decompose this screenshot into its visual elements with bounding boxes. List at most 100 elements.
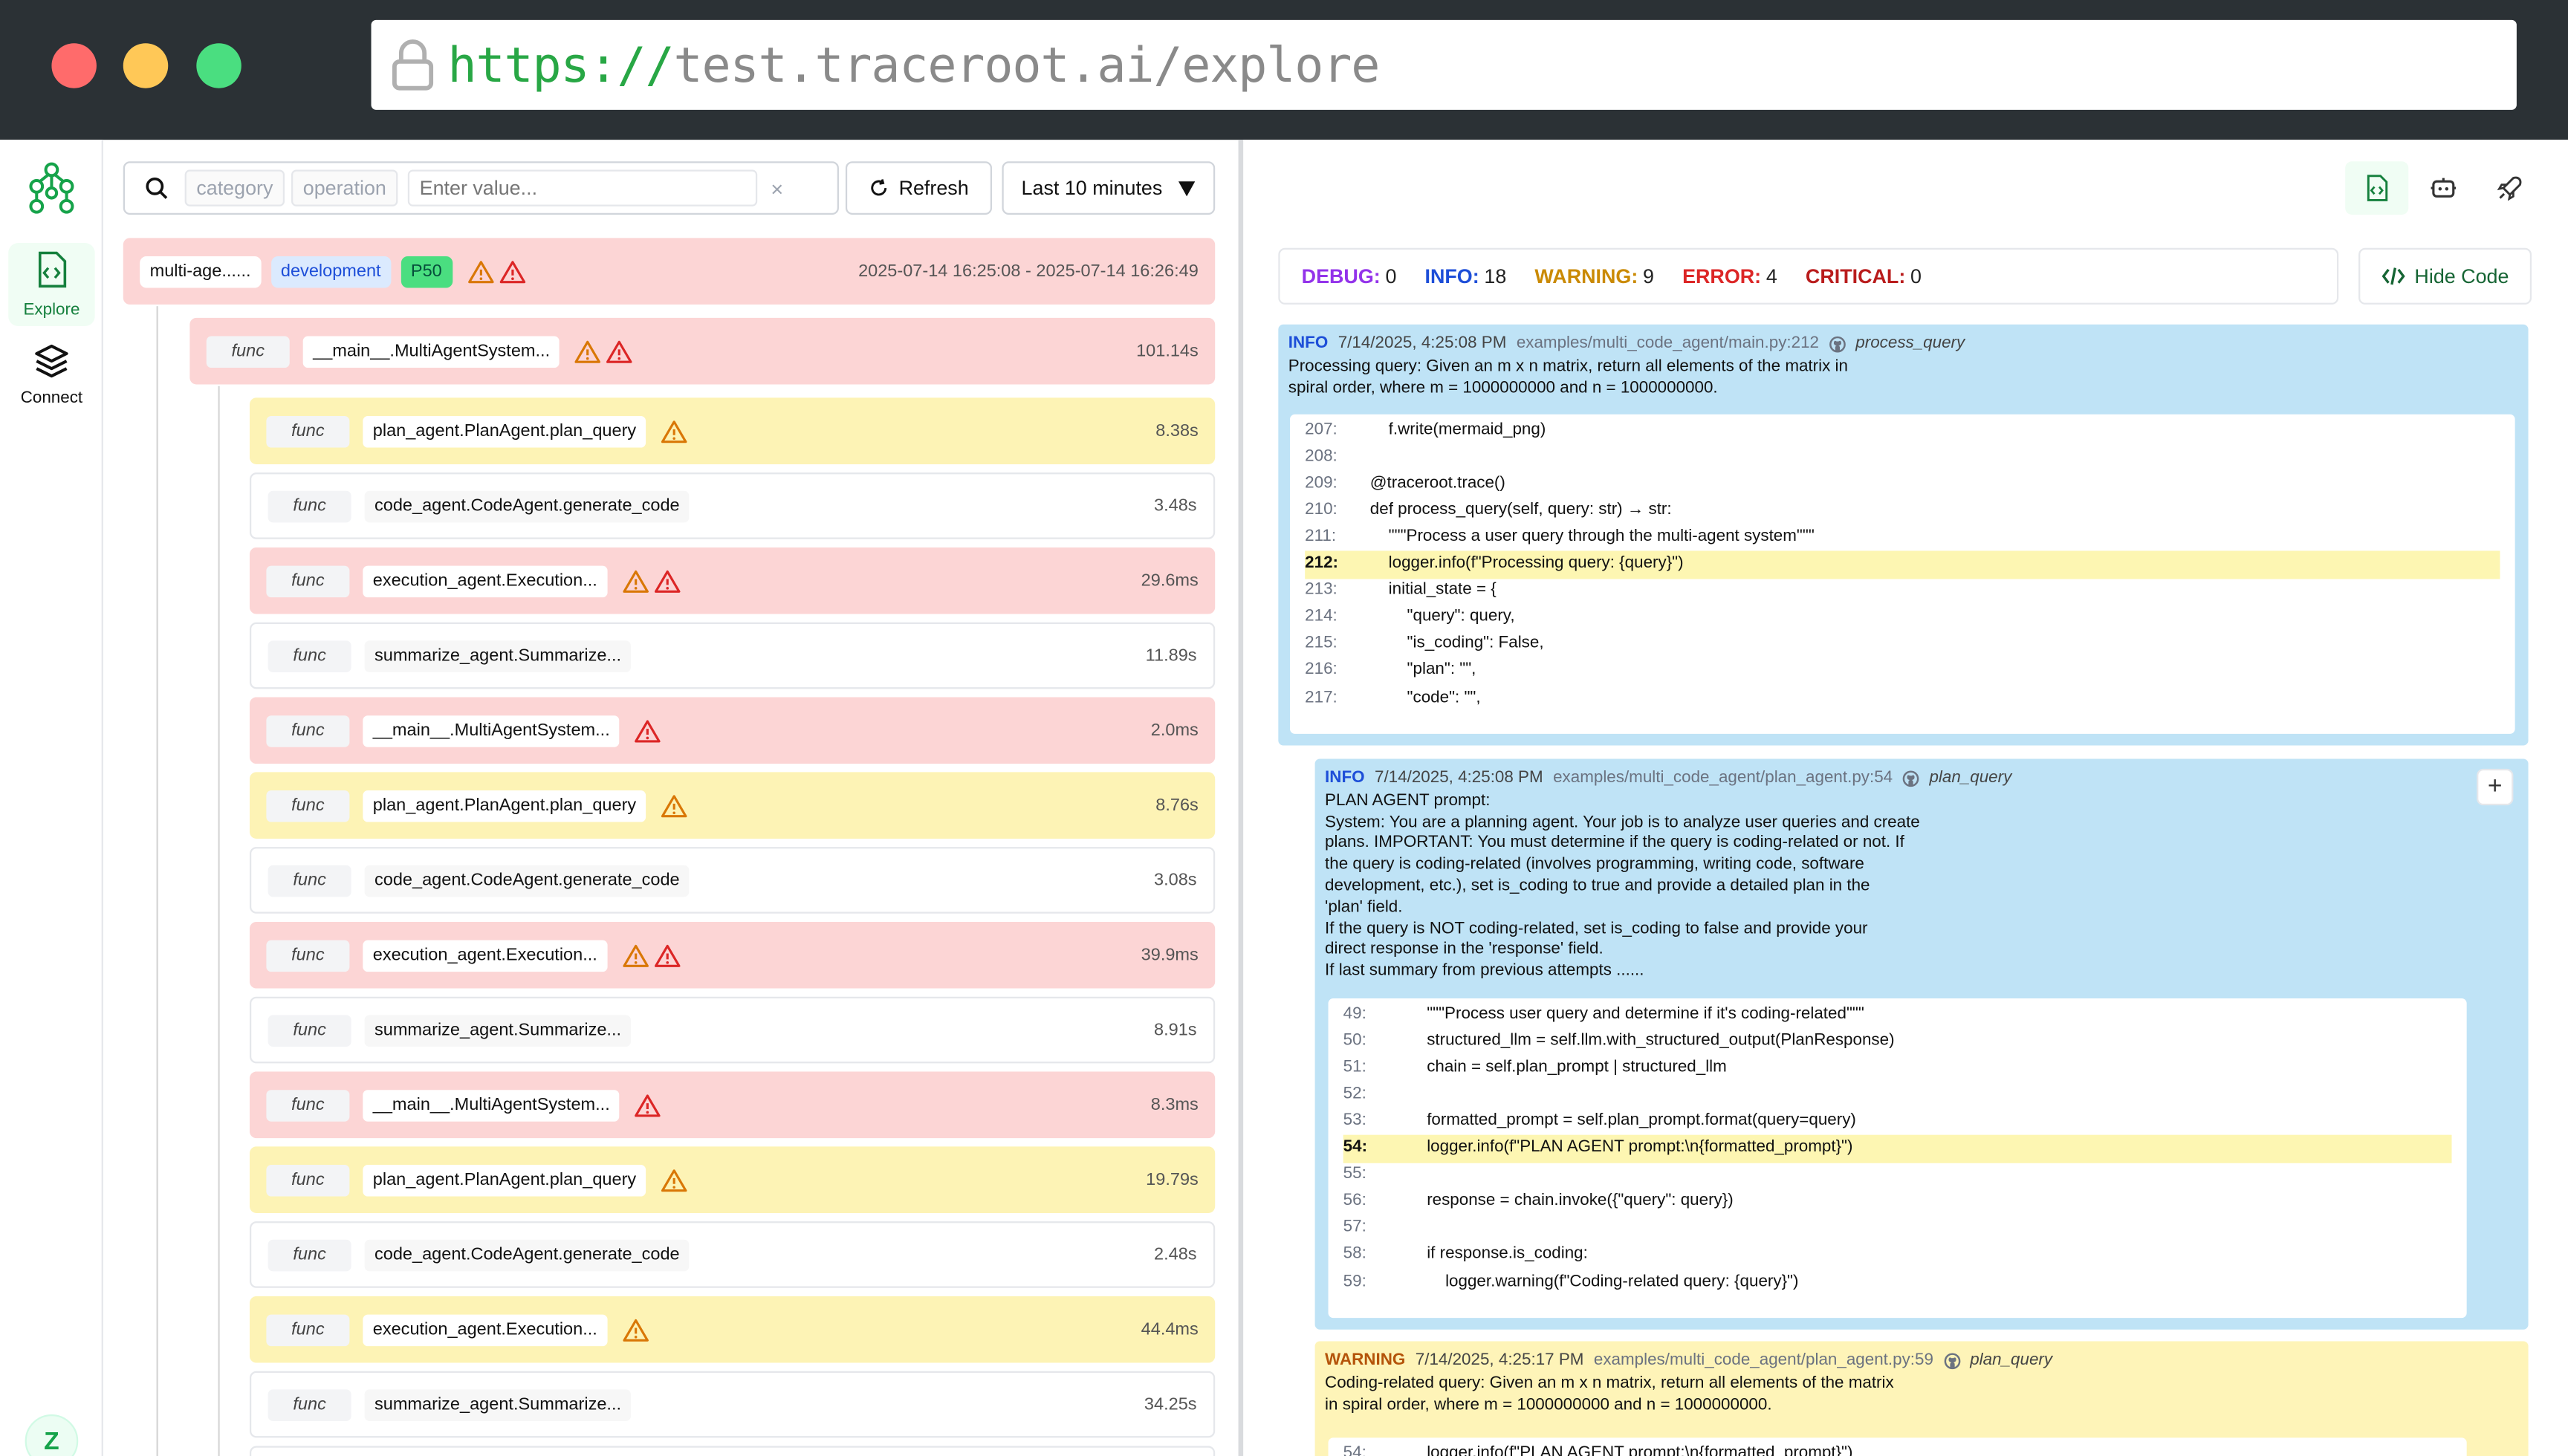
span-row[interactable]: func code_agent.CodeAgent.generate_code 2.… [250,1221,1216,1288]
warning-icon [661,1167,688,1192]
expand-button[interactable]: + [2477,768,2514,806]
hide-code-label: Hide Code [2414,264,2509,288]
percentile-badge: P50 [401,255,453,287]
code-line: 51: chain = self.plan_prompt | structure… [1343,1056,2452,1082]
line-number: 217: [1305,688,1338,707]
span-duration: 19.79s [1146,1169,1199,1190]
sidebar-item-label: Explore [23,301,80,320]
trace-panel: category operation × Refresh Last 10 min… [103,140,1239,1456]
span-row[interactable]: func execution_agent.Execution... 39.9ms [250,921,1216,989]
tree-guide-line [218,386,220,1456]
span-row[interactable]: func plan_agent.PlanAgent.plan_query 8.38s [250,397,1216,464]
error-icon [606,339,633,364]
span-name: summarize_agent.Summarize... [364,1014,632,1046]
error-icon [635,1093,661,1118]
code-text: """Process a user query through the mult… [1351,527,1815,546]
span-row[interactable]: func execution_agent.Execution... 29.6ms [250,547,1216,614]
value-input[interactable] [407,169,758,207]
user-avatar[interactable]: Z [25,1414,79,1456]
code-line: 54: logger.info(f"PLAN AGENT prompt:\n{f… [1343,1441,2452,1456]
span-kind-tag: func [266,789,350,822]
span-kind-tag: func [266,415,350,447]
span-name: plan_agent.PlanAgent.plan_query [363,1163,646,1196]
code-line: 52: [1343,1082,2452,1109]
log-level: INFO [1325,768,1365,787]
refresh-label: Refresh [898,176,969,200]
hide-code-button[interactable]: Hide Code [2358,247,2532,305]
minimize-window-button[interactable] [123,43,169,88]
robot-icon[interactable] [2412,161,2475,215]
highlighted-code-line: 212: logger.info(f"Processing query: {qu… [1305,551,2500,579]
code-line: 215: "is_coding": False, [1305,632,2500,659]
url-protocol: https:// [447,36,675,94]
refresh-button[interactable]: Refresh [845,161,993,215]
span-row[interactable]: func plan_agent.PlanAgent.plan_query 19.79… [250,1146,1216,1213]
close-window-button[interactable] [51,43,97,88]
span-duration: 101.14s [1136,341,1199,362]
url-text: https://test.traceroot.ai/explore [447,36,1381,94]
layers-icon [33,342,70,384]
line-number: 54: [1343,1443,1366,1456]
code-line: 56: response = chain.invoke({"query": qu… [1343,1189,2452,1216]
span-row[interactable]: func execution_agent.Execution... 44.4ms [250,1296,1216,1363]
warning-icon [622,1317,649,1342]
span-row[interactable]: func code_agent.CodeAgent.generate_code 3.… [250,847,1216,914]
warning-icon [575,339,602,364]
time-range-select[interactable]: Last 10 minutes [1002,161,1216,215]
log-entry[interactable]: INFO 7/14/2025, 4:25:08 PM examples/mult… [1314,758,2529,1330]
span-kind-tag: func [266,1313,350,1346]
span-name: execution_agent.Execution... [363,939,608,972]
log-timestamp: 7/14/2025, 4:25:08 PM [1374,768,1543,787]
root-span-row[interactable]: func __main__.MultiAgentSystem... 101.14… [189,317,1216,385]
code-file-icon[interactable] [2345,161,2409,215]
code-text: response = chain.invoke({"query": query}… [1390,1192,1734,1211]
category-select[interactable]: category [184,169,285,207]
span-row[interactable]: func summarize_agent.Summarize... 8.91s [250,996,1216,1064]
log-timestamp: 7/14/2025, 4:25:17 PM [1415,1351,1584,1370]
github-icon [1902,771,1919,788]
log-entry[interactable]: WARNING 7/14/2025, 4:25:17 PM examples/m… [1314,1341,2529,1456]
code-text: if response.is_coding: [1390,1245,1588,1264]
span-duration: 8.91s [1154,1020,1197,1040]
span-row[interactable]: func summarize_agent.Summarize... 11.89s [250,622,1216,689]
log-source-path[interactable]: examples/multi_code_agent/main.py:212 [1517,334,1819,356]
panel-resize-handle[interactable] [1238,140,1244,1456]
log-function: process_query [1855,334,1965,353]
span-duration: 2.48s [1154,1244,1197,1265]
code-line: 209: @traceroot.trace() [1305,471,2500,498]
span-row[interactable]: func __main__.MultiAgentSystem... 8.3ms [250,1071,1216,1139]
log-message: Processing query: Given an m x n matrix,… [1288,357,1848,397]
code-text: f.write(mermaid_png) [1351,420,1546,439]
debug-count: 0 [1385,264,1397,288]
address-bar[interactable]: https://test.traceroot.ai/explore [371,19,2517,110]
line-number: 49: [1343,1004,1366,1023]
span-row[interactable]: func__main__.MultiAgentSystem...22us [250,1446,1216,1456]
span-row[interactable]: func plan_agent.PlanAgent.plan_query 8.76s [250,772,1216,839]
span-name: __main__.MultiAgentSystem... [363,715,620,747]
span-row[interactable]: func __main__.MultiAgentSystem... 2.0ms [250,697,1216,764]
trace-name: multi-age...... [140,255,262,287]
sidebar-item-explore[interactable]: Explore [8,243,95,327]
trace-time-range: 2025-07-14 16:25:08 - 2025-07-14 16:26:4… [858,261,1199,282]
maximize-window-button[interactable] [196,43,241,88]
log-entry[interactable]: INFO 7/14/2025, 4:25:08 PM examples/mult… [1278,324,2529,746]
span-row[interactable]: func code_agent.CodeAgent.generate_code 3.… [250,472,1216,539]
log-source-path[interactable]: examples/multi_code_agent/plan_agent.py:… [1594,1351,1933,1373]
span-row[interactable]: func summarize_agent.Summarize... 34.25s [250,1371,1216,1438]
span-kind-tag: func [268,1014,351,1046]
sidebar-item-connect[interactable]: Connect [8,336,94,414]
operation-select[interactable]: operation [291,169,398,207]
line-number: 56: [1343,1192,1366,1211]
span-duration: 3.08s [1154,870,1197,891]
trace-row[interactable]: multi-age...... development P50 2025-07-… [123,238,1216,305]
code-text: logger.info(f"PLAN AGENT prompt:\n{forma… [1390,1138,1853,1157]
code-line: 50: structured_llm = self.llm.with_struc… [1343,1029,2452,1056]
traceroot-logo-icon[interactable] [27,161,77,223]
sidebar-item-label: Connect [20,389,83,408]
line-number: 57: [1343,1218,1366,1238]
code-line: 49: """Process user query and determine … [1343,1001,2452,1028]
span-name: execution_agent.Execution... [363,565,608,597]
rocket-icon[interactable] [2478,161,2541,215]
clear-icon[interactable]: × [771,175,783,201]
log-source-path[interactable]: examples/multi_code_agent/plan_agent.py:… [1553,769,1893,790]
